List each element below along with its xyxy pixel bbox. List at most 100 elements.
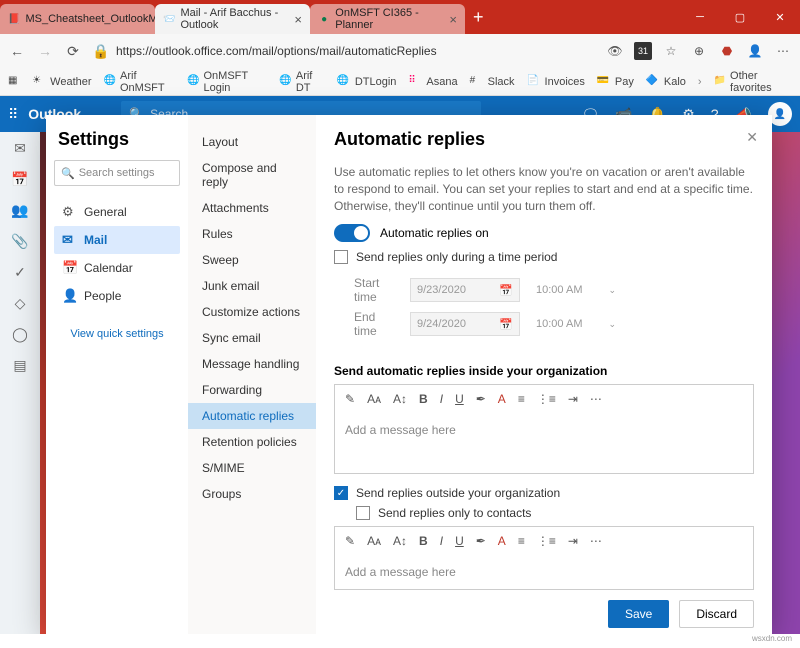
nav-people[interactable]: 👤People xyxy=(54,282,180,310)
avatar-icon[interactable]: 👤 xyxy=(746,42,764,60)
indent-icon[interactable]: ⇥ xyxy=(568,392,578,406)
sub-junk[interactable]: Junk email xyxy=(188,273,316,299)
calendar-ext-icon[interactable]: 31 xyxy=(634,42,652,60)
number-list-icon[interactable]: ⋮≡ xyxy=(537,392,556,406)
sub-sync[interactable]: Sync email xyxy=(188,325,316,351)
font-size-icon[interactable]: Aᴀ xyxy=(367,534,381,548)
todo-icon[interactable]: ✓ xyxy=(14,264,26,281)
tracker-icon[interactable]: 👁 xyxy=(606,42,624,60)
search-placeholder: Search settings xyxy=(79,167,155,179)
people-icon[interactable]: 👥 xyxy=(11,202,28,219)
font-increase-icon[interactable]: A↕ xyxy=(393,534,407,548)
highlight-icon[interactable]: ✒ xyxy=(476,534,486,548)
files-icon[interactable]: 📎 xyxy=(11,233,28,250)
close-button[interactable]: ✕ xyxy=(760,11,800,24)
extension-icon[interactable]: ⬣ xyxy=(718,42,736,60)
nav-calendar[interactable]: 📅Calendar xyxy=(54,254,180,282)
new-tab-button[interactable]: + xyxy=(473,7,484,28)
browser-tab[interactable]: ● OnMSFT CI365 - Planner × xyxy=(310,4,465,34)
other-favorites[interactable]: 📁Other favorites xyxy=(714,70,792,94)
number-list-icon[interactable]: ⋮≡ xyxy=(537,534,556,548)
bold-button[interactable]: B xyxy=(419,392,428,406)
bold-button[interactable]: B xyxy=(419,534,428,548)
sub-retention[interactable]: Retention policies xyxy=(188,429,316,455)
save-button[interactable]: Save xyxy=(608,600,669,628)
bookmark-item[interactable]: 🌐OnMSFT Login xyxy=(187,70,267,94)
browser-tab-active[interactable]: 📨 Mail - Arif Bacchus - Outlook × xyxy=(155,4,310,34)
app-launcher-icon[interactable]: ⠿ xyxy=(8,106,18,123)
font-increase-icon[interactable]: A↕ xyxy=(393,392,407,406)
bullet-list-icon[interactable]: ≡ xyxy=(518,534,525,548)
font-color-icon[interactable]: A xyxy=(498,392,506,406)
minimize-button[interactable]: ─ xyxy=(680,11,720,24)
search-settings-input[interactable]: 🔍 Search settings xyxy=(54,160,180,186)
start-date-input[interactable]: 9/23/2020📅 xyxy=(410,278,520,302)
underline-button[interactable]: U xyxy=(455,392,464,406)
sub-attachments[interactable]: Attachments xyxy=(188,195,316,221)
app-icon[interactable]: ◇ xyxy=(15,295,26,312)
outside-org-textarea[interactable]: Add a message here xyxy=(335,555,753,589)
underline-button[interactable]: U xyxy=(455,534,464,548)
favorite-icon[interactable]: ☆ xyxy=(662,42,680,60)
end-date-input[interactable]: 9/24/2020📅 xyxy=(410,312,520,336)
auto-replies-toggle[interactable] xyxy=(334,224,370,242)
italic-button[interactable]: I xyxy=(440,534,443,548)
nav-mail[interactable]: ✉Mail xyxy=(54,226,180,254)
italic-button[interactable]: I xyxy=(440,392,443,406)
more-icon[interactable]: ⋯ xyxy=(590,534,602,548)
planner-icon: ● xyxy=(318,12,330,26)
bookmark-item[interactable]: ⠿Asana xyxy=(408,75,457,89)
sub-rules[interactable]: Rules xyxy=(188,221,316,247)
maximize-button[interactable]: ▢ xyxy=(720,11,760,24)
bookmark-item[interactable]: 📄Invoices xyxy=(527,75,585,89)
apps-icon[interactable]: ▦ xyxy=(8,75,20,89)
close-icon[interactable]: × xyxy=(294,12,302,27)
nav-general[interactable]: ⚙General xyxy=(54,198,180,226)
sub-layout[interactable]: Layout xyxy=(188,129,316,155)
font-color-icon[interactable]: A xyxy=(498,534,506,548)
close-icon[interactable]: × xyxy=(449,12,457,27)
forward-icon[interactable]: → xyxy=(36,43,54,59)
bookmark-item[interactable]: 🌐Arif DT xyxy=(279,70,324,94)
more-icon[interactable]: ⋯ xyxy=(590,392,602,406)
contacts-only-checkbox[interactable] xyxy=(356,506,370,520)
inside-org-textarea[interactable]: Add a message here xyxy=(335,413,753,473)
mail-icon[interactable]: ✉ xyxy=(14,140,26,157)
indent-icon[interactable]: ⇥ xyxy=(568,534,578,548)
refresh-icon[interactable]: ⟳ xyxy=(64,43,82,60)
bookmark-item[interactable]: 💳Pay xyxy=(597,75,634,89)
bookmark-item[interactable]: 🌐Arif OnMSFT xyxy=(104,70,175,94)
calendar-icon[interactable]: 📅 xyxy=(11,171,28,188)
bookmark-item[interactable]: #Slack xyxy=(470,75,515,89)
sub-customize[interactable]: Customize actions xyxy=(188,299,316,325)
bookmark-item[interactable]: ☀Weather xyxy=(32,75,91,89)
font-size-icon[interactable]: Aᴀ xyxy=(367,392,381,406)
start-time-input[interactable]: 10:00 AM⌄ xyxy=(536,284,616,296)
back-icon[interactable]: ← xyxy=(8,43,26,59)
collections-icon[interactable]: ⊕ xyxy=(690,42,708,60)
discard-button[interactable]: Discard xyxy=(679,600,754,628)
sub-sweep[interactable]: Sweep xyxy=(188,247,316,273)
font-icon[interactable]: ✎ xyxy=(345,392,355,406)
bullet-list-icon[interactable]: ≡ xyxy=(518,392,525,406)
quick-settings-link[interactable]: View quick settings xyxy=(54,328,180,340)
menu-icon[interactable]: ⋯ xyxy=(774,42,792,60)
close-dialog-button[interactable]: ✕ xyxy=(746,129,758,146)
sub-compose[interactable]: Compose and reply xyxy=(188,155,316,195)
browser-tab[interactable]: 📕 MS_Cheatsheet_OutlookMailOn… × xyxy=(0,4,155,34)
sub-groups[interactable]: Groups xyxy=(188,481,316,507)
sub-smime[interactable]: S/MIME xyxy=(188,455,316,481)
app-icon[interactable]: ◯ xyxy=(12,326,28,343)
bookmark-item[interactable]: 🌐DTLogin xyxy=(337,75,397,89)
address-field[interactable]: 🔒 https://outlook.office.com/mail/option… xyxy=(92,43,596,60)
outside-org-checkbox[interactable]: ✓ xyxy=(334,486,348,500)
highlight-icon[interactable]: ✒ xyxy=(476,392,486,406)
sub-forwarding[interactable]: Forwarding xyxy=(188,377,316,403)
sub-handling[interactable]: Message handling xyxy=(188,351,316,377)
sub-automatic-replies[interactable]: Automatic replies xyxy=(188,403,316,429)
bookmark-item[interactable]: 🔷Kalo xyxy=(646,75,686,89)
time-period-checkbox[interactable] xyxy=(334,250,348,264)
font-icon[interactable]: ✎ xyxy=(345,534,355,548)
app-icon[interactable]: ▤ xyxy=(13,357,26,374)
end-time-input[interactable]: 10:00 AM⌄ xyxy=(536,318,616,330)
